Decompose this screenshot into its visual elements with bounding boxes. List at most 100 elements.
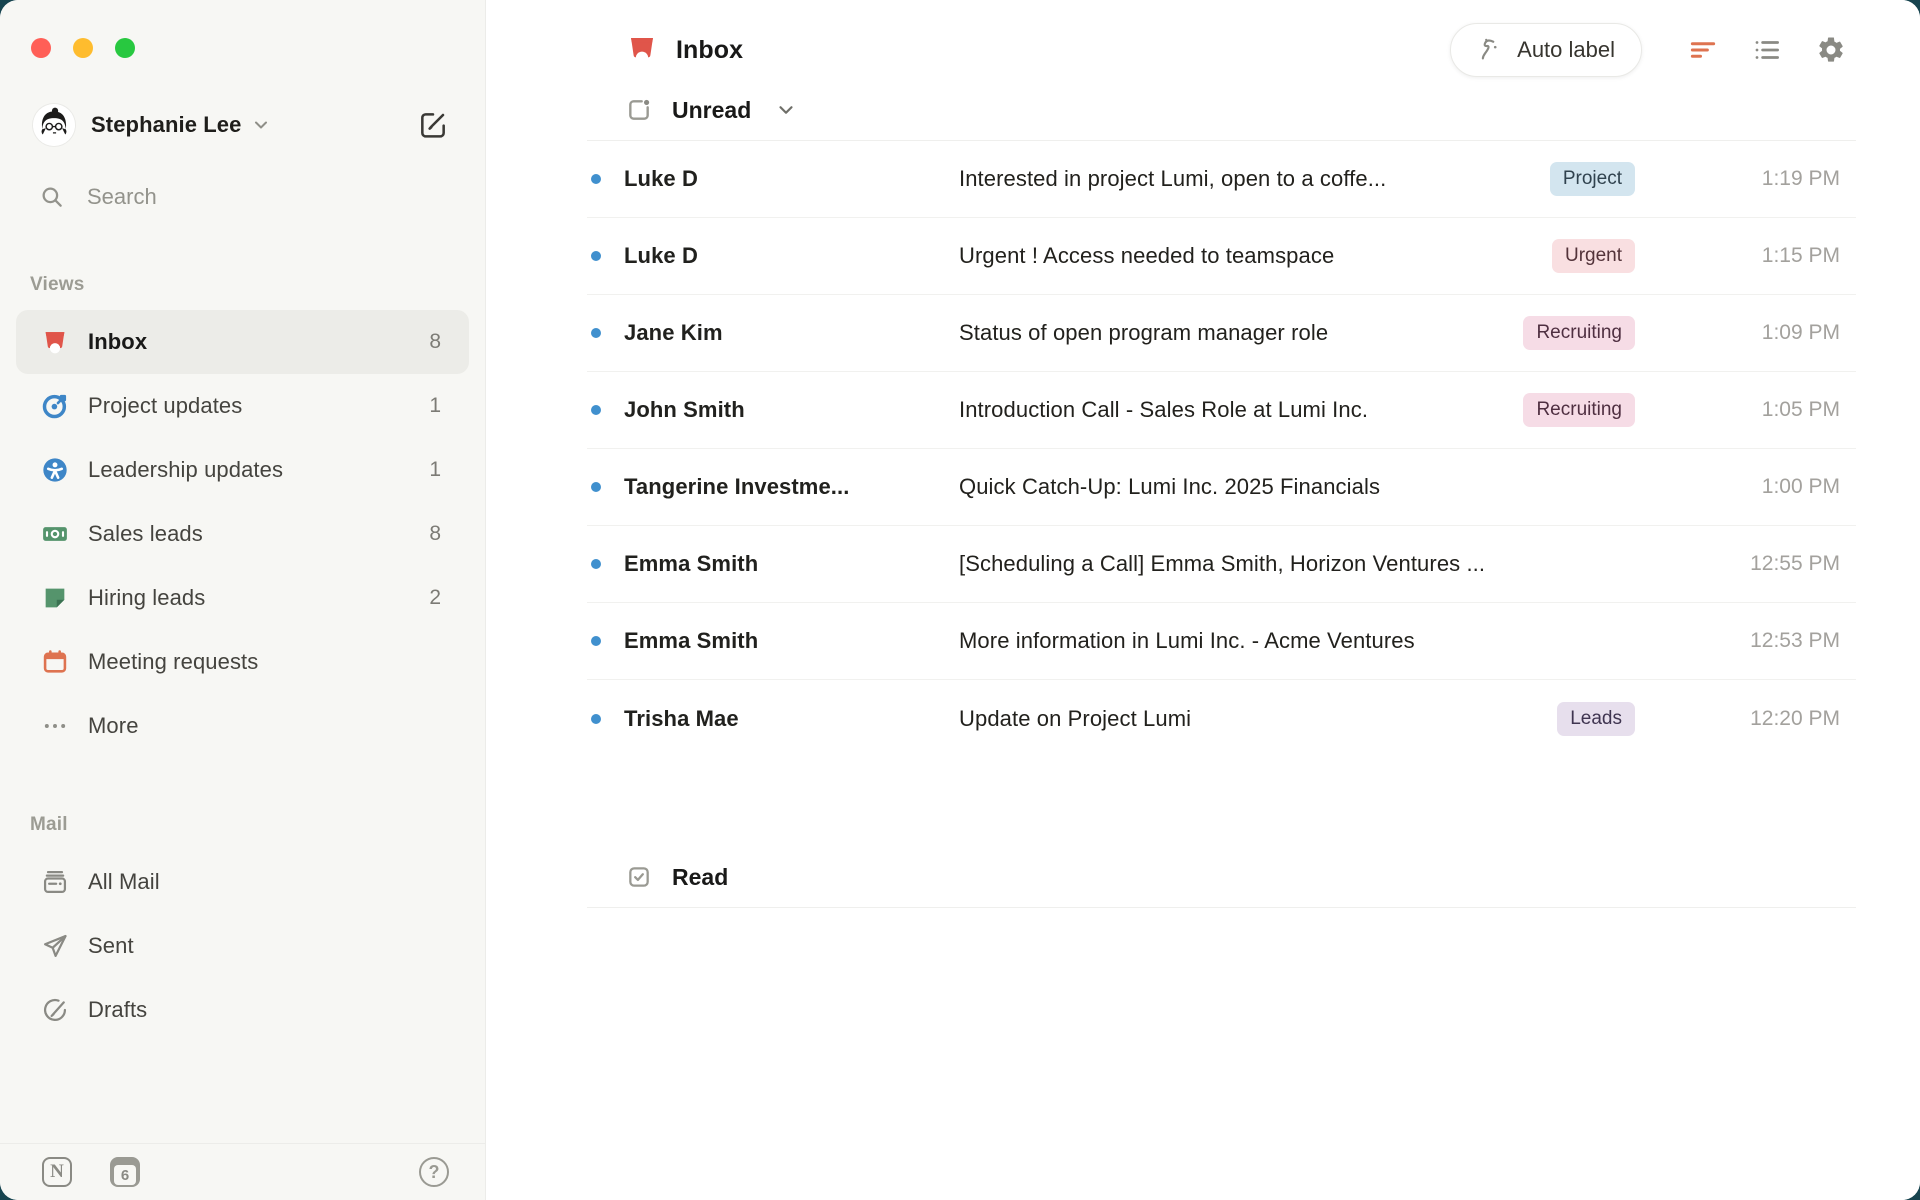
mail-subject: Update on Project Lumi [959,706,1557,732]
read-mail-list [587,907,1856,908]
unread-dot-icon [587,328,624,338]
banknote-icon [40,519,70,549]
zoom-window-button[interactable] [115,38,135,58]
mail-tag: Urgent [1552,239,1635,273]
mail-row[interactable]: Emma Smith More information in Lumi Inc.… [587,603,1856,680]
calendar-icon [40,648,70,676]
unread-count: 1 [429,458,441,482]
chevron-down-icon [251,115,271,135]
unread-count: 8 [429,522,441,546]
inbox-tray-icon [40,328,70,356]
unread-count: 2 [429,586,441,610]
unread-icon [626,97,652,123]
auto-label-label: Auto label [1517,37,1615,63]
sidebar-item-label: Sales leads [88,521,203,547]
account-name: Stephanie Lee [91,112,241,138]
sidebar-item-label: All Mail [88,869,160,895]
search-input[interactable]: Search [39,184,485,210]
mail-sender: Trisha Mae [624,706,959,732]
auto-label-wand-icon [1477,37,1504,64]
unread-dot-icon [587,714,624,724]
draft-pencil-icon [40,996,70,1024]
unread-mail-list: Luke D Interested in project Lumi, open … [587,140,1856,757]
help-icon[interactable]: ? [419,1157,449,1187]
mail-subject: [Scheduling a Call] Emma Smith, Horizon … [959,551,1635,577]
account-switcher[interactable]: Stephanie Lee [33,104,449,146]
sidebar-item-inbox[interactable]: Inbox 8 [16,310,469,374]
unread-label: Unread [672,97,751,124]
ellipsis-icon [40,712,70,740]
unread-dot-icon [587,251,624,261]
mail-row[interactable]: John Smith Introduction Call - Sales Rol… [587,372,1856,449]
calendar-app-icon[interactable]: 6 [110,1157,140,1187]
auto-label-button[interactable]: Auto label [1450,23,1642,77]
minimize-window-button[interactable] [73,38,93,58]
sidebar-item-drafts[interactable]: Drafts [16,978,469,1042]
unread-dot-icon [587,174,624,184]
unread-count: 8 [429,330,441,354]
sidebar: Stephanie Lee Search [0,0,486,1200]
sidebar-item-sent[interactable]: Sent [16,914,469,978]
sidebar-item-meeting-requests[interactable]: Meeting requests [16,630,469,694]
divider [587,907,1856,908]
read-label: Read [672,864,728,891]
mail-tag: Leads [1557,702,1635,736]
sidebar-item-project-updates[interactable]: Project updates 1 [16,374,469,438]
sidebar-item-label: Hiring leads [88,585,205,611]
mail-time: 1:19 PM [1635,167,1856,191]
read-checkbox-icon [626,864,652,890]
unread-section-header[interactable]: Unread [486,80,1920,140]
main-panel: Inbox Auto label [486,0,1920,1200]
mail-row[interactable]: Jane Kim Status of open program manager … [587,295,1856,372]
sidebar-item-label: Leadership updates [88,457,283,483]
sidebar-item-sales-leads[interactable]: Sales leads 8 [16,502,469,566]
mail-sender: Emma Smith [624,551,959,577]
mail-row[interactable]: Luke D Urgent ! Access needed to teamspa… [587,218,1856,295]
gear-icon[interactable] [1816,35,1846,65]
mail-row[interactable]: Tangerine Investme... Quick Catch-Up: Lu… [587,449,1856,526]
mail-time: 1:09 PM [1635,321,1856,345]
desktop: Stephanie Lee Search [0,0,1920,1200]
unread-dot-icon [587,636,624,646]
compose-icon[interactable] [417,109,449,141]
header-actions: Auto label [1450,23,1846,77]
sidebar-item-all-mail[interactable]: All Mail [16,850,469,914]
chevron-down-icon [775,99,797,121]
mail-row[interactable]: Luke D Interested in project Lumi, open … [587,141,1856,218]
mail-time: 12:53 PM [1635,629,1856,653]
list-view-icon[interactable] [1752,35,1782,65]
avatar [33,104,75,146]
sticky-note-icon [40,584,70,612]
mail-tag: Project [1550,162,1635,196]
mail-subject: Urgent ! Access needed to teamspace [959,243,1552,269]
close-window-button[interactable] [31,38,51,58]
archive-icon [40,868,70,896]
mail-sender: Luke D [624,166,959,192]
notion-logo-icon[interactable]: N [42,1157,72,1187]
sidebar-item-more[interactable]: More [16,694,469,758]
sidebar-footer: N 6 ? [0,1143,485,1200]
sidebar-item-leadership-updates[interactable]: Leadership updates 1 [16,438,469,502]
read-section-header[interactable]: Read [486,847,1920,907]
views-section-label: Views [30,274,485,296]
mail-list: All Mail Sent [0,850,485,1042]
mail-row[interactable]: Trisha Mae Update on Project Lumi Leads … [587,680,1856,757]
mail-row[interactable]: Emma Smith [Scheduling a Call] Emma Smit… [587,526,1856,603]
filter-icon[interactable] [1688,35,1718,65]
person-circle-icon [40,456,70,484]
mail-time: 12:20 PM [1635,707,1856,731]
paper-plane-icon [40,932,70,960]
sidebar-item-label: Sent [88,933,134,959]
unread-count: 1 [429,394,441,418]
sidebar-item-label: Drafts [88,997,147,1023]
sidebar-item-hiring-leads[interactable]: Hiring leads 2 [16,566,469,630]
unread-dot-icon [587,405,624,415]
window-controls [0,0,485,58]
unread-dot-icon [587,482,624,492]
inbox-icon [626,34,658,66]
mail-time: 1:05 PM [1635,398,1856,422]
mail-time: 1:00 PM [1635,475,1856,499]
mail-subject: Status of open program manager role [959,320,1523,346]
mail-sender: Luke D [624,243,959,269]
mail-tag: Recruiting [1523,316,1635,350]
